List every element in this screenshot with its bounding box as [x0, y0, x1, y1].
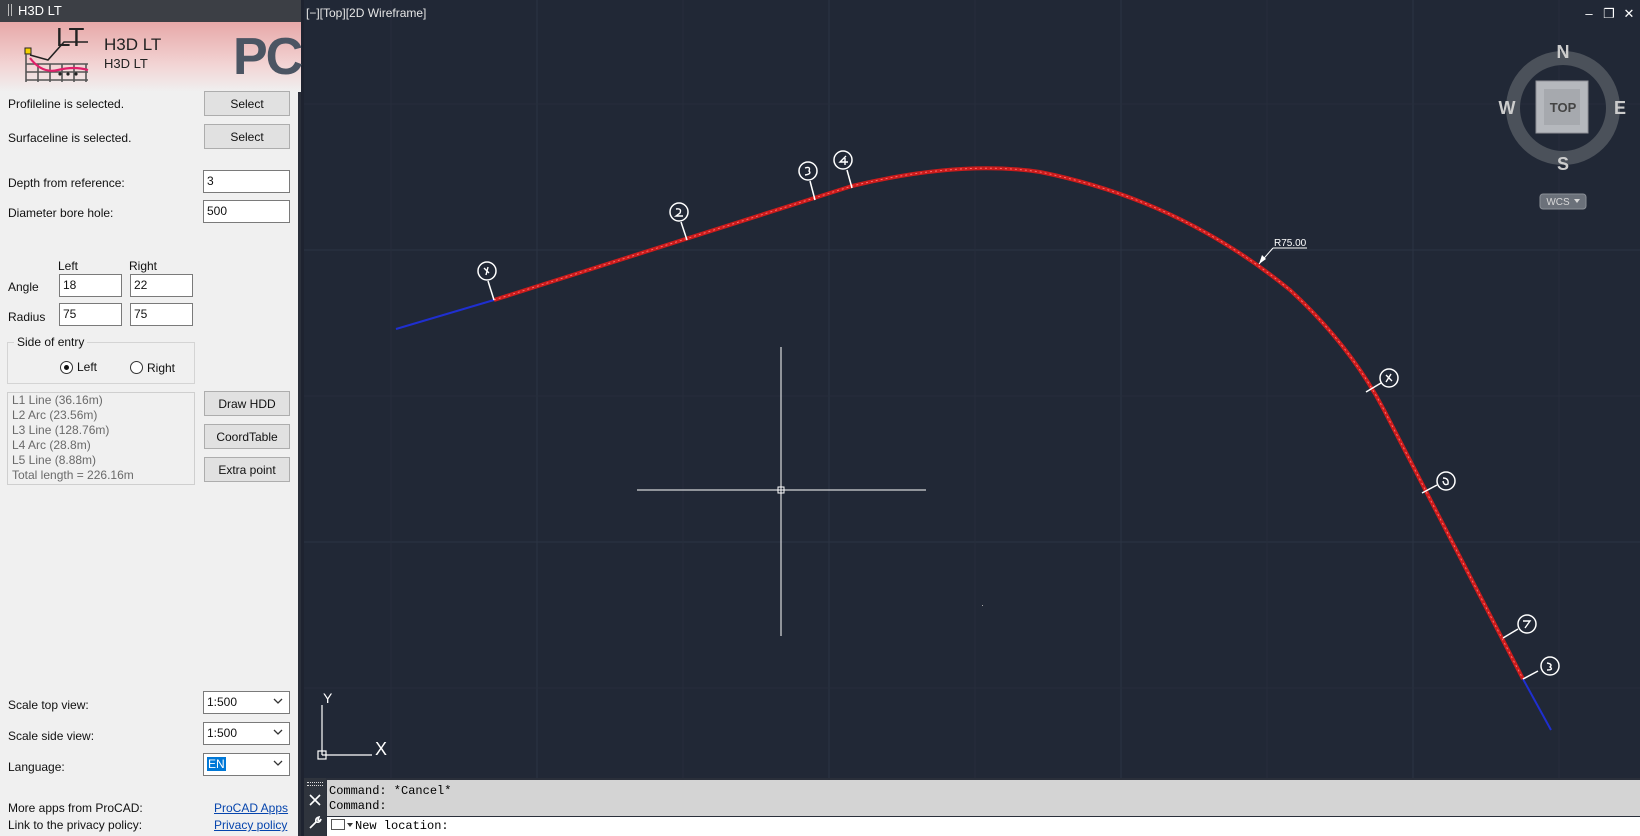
lt-logo-text: LT	[56, 24, 85, 52]
summary-row: L4 Arc (28.8m)	[12, 438, 91, 452]
depth-input[interactable]: 3	[203, 170, 290, 193]
chevron-down-icon	[273, 758, 283, 768]
radius-label: Radius	[8, 310, 46, 324]
caret-down-icon[interactable]	[347, 823, 353, 827]
radius-left-input[interactable]: 75	[59, 303, 122, 326]
viewcube[interactable]: TOP N S E W WCS	[1499, 42, 1627, 210]
side-right-label[interactable]: Right	[147, 361, 175, 375]
exit-extension-line	[1522, 678, 1552, 731]
radius-right-input[interactable]: 75	[130, 303, 193, 326]
palette-banner: LT H3D LT H3D LT PC	[0, 22, 303, 92]
banner-title: H3D LT	[104, 35, 162, 54]
summary-row: L1 Line (36.16m)	[12, 393, 103, 407]
select-profileline-button[interactable]: Select	[204, 91, 290, 116]
palette-titlebar[interactable]: H3D LT	[0, 0, 301, 22]
language-select[interactable]: EN	[203, 753, 290, 776]
palette-title: H3D LT	[18, 3, 62, 18]
ucs-x-label: X	[375, 739, 387, 759]
wcs-menu: WCS	[1546, 197, 1570, 208]
compass-west: W	[1499, 98, 1516, 118]
scale-side-select[interactable]: 1:500	[203, 722, 290, 745]
draw-hdd-button[interactable]: Draw HDD	[204, 391, 290, 416]
surfaceline-status: Surfaceline is selected.	[8, 131, 132, 145]
chevron-down-icon	[273, 727, 283, 737]
summary-row: L2 Arc (23.56m)	[12, 408, 98, 422]
minimize-button[interactable]: –	[1582, 6, 1596, 22]
side-right-radio[interactable]	[130, 361, 143, 374]
profileline-status: Profileline is selected.	[8, 97, 125, 111]
banner-subtitle: H3D LT	[104, 56, 148, 71]
side-left-label[interactable]: Left	[77, 360, 97, 374]
more-apps-label: More apps from ProCAD:	[8, 801, 143, 815]
crosshair-cursor	[637, 347, 926, 636]
side-left-radio[interactable]	[60, 361, 73, 374]
summary-row: L3 Line (128.76m)	[12, 423, 110, 437]
scale-top-value: 1:500	[207, 695, 238, 709]
procad-apps-link[interactable]: ProCAD Apps	[214, 801, 288, 815]
compass-south: S	[1557, 154, 1569, 174]
segment-summary-list[interactable]: L1 Line (36.16m) L2 Arc (23.56m) L3 Line…	[7, 392, 195, 485]
h3d-palette: H3D LT LT H3D LT H3D LT PC Profileline i…	[0, 0, 303, 836]
point-markers	[477, 150, 1560, 680]
command-line-toolbar	[304, 778, 326, 836]
procad-logo: PC	[233, 28, 303, 86]
restore-button[interactable]: ❐	[1602, 6, 1616, 22]
select-surfaceline-button[interactable]: Select	[204, 124, 290, 149]
radius-dimension-text: R75.00	[1274, 238, 1307, 249]
drawing-viewport[interactable]: R75.00 X Y TOP N S E W WCS	[304, 0, 1640, 778]
command-history-line: Command:	[329, 799, 387, 813]
angle-right-input[interactable]: 22	[130, 274, 193, 297]
command-input[interactable]: New location:	[327, 817, 1640, 836]
compass-east: E	[1614, 98, 1626, 118]
chevron-down-icon	[273, 696, 283, 706]
command-history: Command: *Cancel* Command:	[327, 780, 1640, 816]
grip-icon[interactable]	[8, 4, 12, 16]
wrench-icon[interactable]	[308, 816, 322, 830]
entry-extension-line	[395, 299, 495, 330]
diameter-label: Diameter bore hole:	[8, 206, 114, 220]
ucs-icon	[317, 705, 372, 760]
scale-top-select[interactable]: 1:500	[203, 691, 290, 714]
diameter-input[interactable]: 500	[203, 200, 290, 223]
grip-icon[interactable]	[307, 782, 323, 786]
ucs-y-label: Y	[323, 690, 333, 706]
command-prompt-text: New location:	[355, 819, 449, 833]
scale-top-label: Scale top view:	[8, 698, 89, 712]
application-window: H3D LT LT H3D LT H3D LT PC Profileline i…	[0, 0, 1640, 836]
scale-side-label: Scale side view:	[8, 729, 95, 743]
hdd-path	[493, 166, 1525, 680]
left-column-label: Left	[58, 259, 79, 273]
command-prompt-icon[interactable]	[331, 819, 345, 830]
privacy-policy-link[interactable]: Privacy policy	[214, 818, 287, 832]
coord-table-button[interactable]: CoordTable	[204, 424, 290, 449]
command-history-line: Command: *Cancel*	[329, 784, 452, 798]
angle-left-input[interactable]: 18	[59, 274, 122, 297]
language-label: Language:	[8, 760, 65, 774]
extra-point-button[interactable]: Extra point	[204, 457, 290, 482]
viewport-window-controls: – ❐ ✕	[1582, 6, 1638, 24]
close-viewport-button[interactable]: ✕	[1622, 6, 1636, 22]
privacy-label: Link to the privacy policy:	[8, 818, 143, 832]
angle-label: Angle	[8, 280, 39, 294]
scale-side-value: 1:500	[207, 726, 238, 740]
summary-row: L5 Line (8.88m)	[12, 453, 97, 467]
viewcube-top-face: TOP	[1550, 100, 1577, 115]
lt-logo-icon: LT	[24, 24, 89, 82]
right-column-label: Right	[129, 259, 158, 273]
summary-total: Total length = 226.16m	[12, 468, 134, 482]
close-icon[interactable]	[309, 794, 321, 806]
language-value: EN	[207, 757, 226, 771]
viewport-controls-label[interactable]: [−][Top][2D Wireframe]	[306, 6, 426, 20]
depth-label: Depth from reference:	[8, 176, 125, 190]
compass-north: N	[1557, 42, 1570, 62]
drawing-canvas[interactable]: R75.00 X Y TOP N S E W WCS	[304, 0, 1640, 778]
side-of-entry-label: Side of entry	[14, 335, 88, 349]
grid	[304, 0, 1640, 778]
